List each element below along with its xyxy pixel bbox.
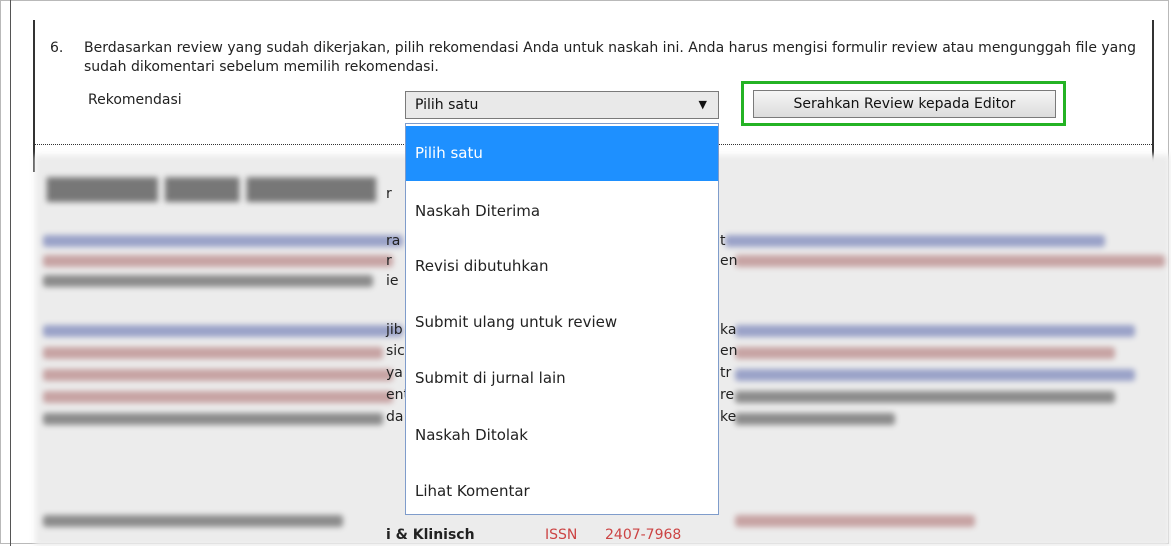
recommendation-label: Rekomendasi — [88, 92, 182, 108]
select-value: Pilih satu — [415, 97, 479, 113]
text-fragment: ie — [386, 273, 399, 289]
text-fragment: sic — [386, 343, 405, 359]
text-fragment: ra — [386, 233, 401, 249]
option-submit-jurnal-lain[interactable]: Submit di jurnal lain — [406, 351, 718, 406]
submit-review-button[interactable]: Serahkan Review kepada Editor — [753, 90, 1056, 118]
blurred-text — [43, 255, 393, 267]
text-fragment: i & Klinisch — [386, 527, 475, 543]
text-fragment: en — [720, 343, 738, 359]
blurred-text — [735, 391, 1115, 403]
blurred-text — [735, 413, 895, 425]
blurred-text — [43, 413, 383, 425]
text-fragment: r — [386, 186, 392, 202]
text-fragment: jib — [386, 322, 403, 338]
blurred-text — [43, 275, 373, 287]
text-fragment: tr — [720, 365, 732, 381]
blurred-text — [43, 391, 393, 403]
text-fragment: r — [386, 253, 392, 269]
recommendation-dropdown[interactable]: Pilih satu Naskah Diterima Revisi dibutu… — [405, 123, 719, 515]
text-fragment: ya — [386, 365, 403, 381]
step-number: 6. — [50, 40, 64, 56]
text-fragment: 2407-7968 — [605, 527, 682, 543]
text-fragment: ke — [720, 409, 737, 425]
panel-right-border — [1152, 20, 1154, 172]
option-lihat-komentar[interactable]: Lihat Komentar — [406, 464, 718, 519]
blurred-text — [43, 515, 343, 527]
option-submit-ulang[interactable]: Submit ulang untuk review — [406, 295, 718, 350]
blurred-text — [735, 515, 975, 527]
blurred-text — [735, 369, 1135, 381]
blurred-text — [43, 325, 403, 337]
blurred-text — [735, 325, 1135, 337]
text-fragment: ka — [720, 322, 737, 338]
text-fragment: re — [720, 387, 735, 403]
text-fragment: ISSN — [545, 527, 578, 543]
blurred-text — [43, 369, 393, 381]
option-pilih-satu[interactable]: Pilih satu — [406, 126, 718, 181]
option-revisi-dibutuhkan[interactable]: Revisi dibutuhkan — [406, 239, 718, 294]
blurred-text — [725, 235, 1105, 247]
panel-left-border — [33, 20, 35, 172]
text-fragment: da — [386, 409, 404, 425]
option-naskah-ditolak[interactable]: Naskah Ditolak — [406, 408, 718, 463]
recommendation-select[interactable]: Pilih satu ▼ — [405, 91, 719, 119]
chevron-down-icon: ▼ — [698, 98, 707, 111]
left-border — [10, 0, 11, 546]
option-naskah-diterima[interactable]: Naskah Diterima — [406, 184, 718, 239]
text-fragment: t — [720, 233, 726, 249]
blurred-text — [43, 235, 403, 247]
blurred-text — [43, 347, 383, 359]
step-instruction: Berdasarkan review yang sudah dikerjakan… — [84, 40, 1137, 75]
blurred-heading: ▇▇▇▇▇▇ ▇▇▇▇ ▇▇▇▇▇▇▇ — [47, 174, 377, 202]
blurred-text — [735, 255, 1165, 267]
blurred-text — [735, 347, 1115, 359]
text-fragment: en — [720, 253, 738, 269]
